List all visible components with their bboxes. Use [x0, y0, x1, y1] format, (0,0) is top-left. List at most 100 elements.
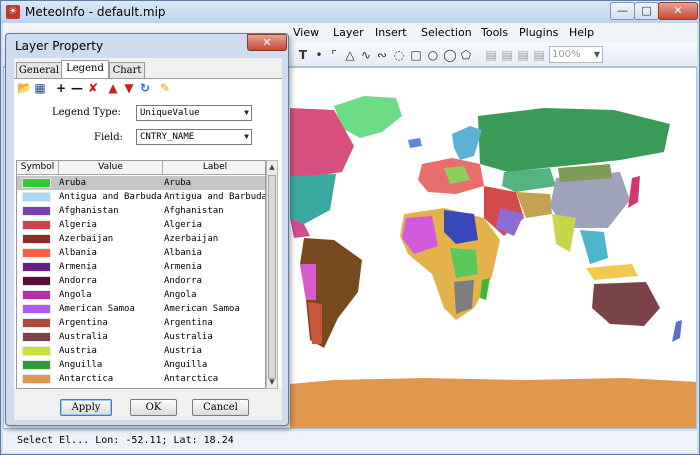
legend-toolbar: 📂 ▦ + — ✘ ▲ ▼ ↻ ✎ [14, 79, 282, 97]
pentagon-tool-icon[interactable]: ⬠ [458, 47, 474, 63]
ok-button[interactable]: OK [130, 399, 177, 416]
table-row[interactable]: Algeria Algeria [17, 218, 265, 232]
table-row[interactable]: Antigua and Barbuda Antigua and Barbuda [17, 190, 265, 204]
menu-layer[interactable]: Layer [333, 26, 364, 39]
align-right-icon[interactable]: ▤ [515, 47, 531, 63]
minimize-icon[interactable]: — [610, 2, 635, 20]
scroll-up-icon[interactable]: ▲ [267, 161, 277, 173]
legend-type-select[interactable]: UniqueValue ▼ [136, 105, 252, 121]
field-select[interactable]: CNTRY_NAME ▼ [136, 129, 252, 145]
table-row[interactable]: Antarctica Antarctica [17, 372, 265, 386]
legend-swatch[interactable] [22, 388, 51, 389]
table-row[interactable]: Bahamas Bahamas [17, 386, 265, 389]
align-center-icon[interactable]: ▤ [499, 47, 515, 63]
open-folder-icon[interactable]: 📂 [17, 81, 32, 95]
close-icon[interactable]: ✕ [247, 34, 287, 51]
tab-chart[interactable]: Chart [109, 62, 145, 78]
scrollbar-thumb[interactable] [268, 175, 276, 379]
map-japan [628, 176, 640, 208]
map-antarctica [290, 378, 696, 428]
curve-tool-icon[interactable]: ∿ [358, 47, 374, 63]
menu-tools[interactable]: Tools [481, 26, 508, 39]
legend-swatch[interactable] [22, 248, 51, 258]
legend-swatch[interactable] [22, 262, 51, 272]
zoom-select[interactable]: 100% ▼ [549, 46, 603, 63]
table-row[interactable]: Aruba Aruba [17, 176, 265, 190]
legend-label: Angola [164, 290, 197, 300]
menu-view[interactable]: View [293, 26, 319, 39]
legend-label: Aruba [164, 178, 192, 188]
legend-scrollbar[interactable]: ▲ ▼ [266, 160, 278, 389]
tab-legend[interactable]: Legend [61, 60, 109, 79]
legend-swatch[interactable] [22, 290, 51, 300]
add-icon[interactable]: + [54, 81, 68, 95]
map-india [552, 214, 576, 252]
legend-value: Afghanistan [59, 206, 119, 216]
header-value[interactable]: Value [59, 161, 163, 175]
legend-swatch[interactable] [22, 332, 51, 342]
legend-swatch[interactable] [22, 234, 51, 244]
menu-plugins[interactable]: Plugins [519, 26, 558, 39]
lasso-tool-icon[interactable]: ◌ [391, 47, 407, 63]
legend-swatch[interactable] [22, 318, 51, 328]
table-row[interactable]: Albania Albania [17, 246, 265, 260]
freehand-tool-icon[interactable]: ∾ [374, 47, 390, 63]
scroll-down-icon[interactable]: ▼ [267, 376, 277, 388]
map-usa [290, 174, 336, 224]
polyline-tool-icon[interactable]: ⌜ [326, 47, 342, 63]
field-label: Field: [94, 132, 124, 143]
table-row[interactable]: Argentina Argentina [17, 316, 265, 330]
legend-value: Anguilla [59, 360, 103, 370]
table-row[interactable]: Armenia Armenia [17, 260, 265, 274]
legend-swatch[interactable] [22, 276, 51, 286]
align-left-icon[interactable]: ▤ [483, 47, 499, 63]
maximize-icon[interactable]: □ [634, 2, 659, 20]
legend-swatch[interactable] [22, 178, 51, 188]
edit-icon[interactable]: ✎ [158, 81, 172, 95]
tab-general[interactable]: General [16, 62, 62, 78]
table-row[interactable]: Anguilla Anguilla [17, 358, 265, 372]
close-icon[interactable]: ✕ [658, 2, 698, 20]
table-row[interactable]: American Samoa American Samoa [17, 302, 265, 316]
legend-type-value: UniqueValue [140, 108, 200, 118]
legend-swatch[interactable] [22, 220, 51, 230]
move-up-icon[interactable]: ▲ [106, 81, 120, 95]
save-icon[interactable]: ▦ [33, 81, 47, 95]
legend-table[interactable]: Symbol Value Label Aruba Aruba Antigua and… [16, 160, 266, 389]
legend-swatch[interactable] [22, 206, 51, 216]
table-row[interactable]: Azerbaijan Azerbaijan [17, 232, 265, 246]
text-tool-icon[interactable]: T [295, 47, 311, 63]
legend-label: American Samoa [164, 304, 240, 314]
menu-help[interactable]: Help [569, 26, 594, 39]
table-row[interactable]: Austria Austria [17, 344, 265, 358]
header-symbol[interactable]: Symbol [17, 161, 59, 175]
cancel-button[interactable]: Cancel [192, 399, 249, 416]
legend-swatch[interactable] [22, 360, 51, 370]
point-tool-icon[interactable]: • [311, 47, 327, 63]
table-row[interactable]: Andorra Andorra [17, 274, 265, 288]
status-bar: Select El... Lon: -52.11; Lat: 18.24 [3, 431, 697, 453]
legend-table-header: Symbol Value Label [17, 161, 265, 175]
menu-insert[interactable]: Insert [375, 26, 407, 39]
header-label[interactable]: Label [163, 161, 265, 175]
delete-icon[interactable]: ✘ [86, 81, 100, 95]
refresh-icon[interactable]: ↻ [138, 81, 152, 95]
menu-selection[interactable]: Selection [421, 26, 472, 39]
table-row[interactable]: Australia Australia [17, 330, 265, 344]
legend-swatch[interactable] [22, 346, 51, 356]
ellipse-tool-icon[interactable]: ◯ [442, 47, 458, 63]
polygon-tool-icon[interactable]: △ [342, 47, 358, 63]
table-row[interactable]: Angola Angola [17, 288, 265, 302]
remove-icon[interactable]: — [70, 81, 84, 95]
table-row[interactable]: Afghanistan Afghanistan [17, 204, 265, 218]
dialog-body: General Legend Chart 📂 ▦ + — ✘ ▲ ▼ ↻ ✎ L… [14, 58, 282, 420]
circle-tool-icon[interactable]: ○ [425, 47, 441, 63]
layout-icon[interactable]: ▤ [531, 47, 547, 63]
legend-swatch[interactable] [22, 304, 51, 314]
move-down-icon[interactable]: ▼ [122, 81, 136, 95]
legend-swatch[interactable] [22, 374, 51, 384]
rectangle-tool-icon[interactable]: □ [408, 47, 424, 63]
legend-value: Azerbaijan [59, 234, 114, 244]
legend-swatch[interactable] [22, 192, 51, 202]
apply-button[interactable]: Apply [60, 399, 112, 416]
